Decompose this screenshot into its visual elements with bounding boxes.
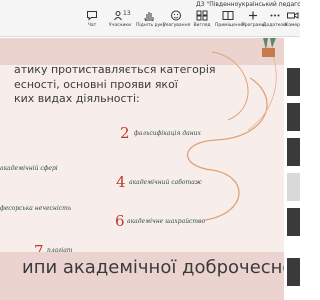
- raise-hand-icon: [144, 12, 154, 21]
- shared-slide: атику протиставляється категорія есності…: [0, 38, 284, 300]
- item-text: фальсифікація даних: [134, 130, 201, 137]
- participant-tile[interactable]: [287, 138, 300, 166]
- item-number: 6: [115, 212, 125, 230]
- item-text: академічній сфері: [0, 165, 58, 172]
- rooms-button[interactable]: Приміщення: [215, 10, 245, 32]
- item-text: академічний саботаж: [129, 179, 202, 186]
- reaction-icon: [171, 10, 181, 21]
- rooms-icon: [222, 11, 234, 20]
- meeting-toolbar: ДЗ "Південноукраїнський педагогічний уні…: [0, 0, 300, 37]
- slide-title-line: атику протиставляється категорія: [14, 63, 216, 76]
- participants-count: 13: [123, 10, 131, 17]
- item-text: фесорська нечесність: [0, 205, 72, 212]
- participants-label: Учасники: [108, 23, 132, 28]
- chat-icon: [87, 11, 97, 21]
- camera-icon: [286, 12, 298, 19]
- apps-icon: [249, 11, 257, 20]
- item-number: 2: [120, 124, 130, 142]
- slide-next-heading: ипи академічної доброчесності: [22, 257, 284, 278]
- more-icon: [270, 14, 280, 17]
- slide-title-line: есності, основні прояви якої: [14, 77, 178, 91]
- participant-tile[interactable]: [287, 68, 300, 96]
- participants-button[interactable]: 13 Учасники: [107, 10, 133, 32]
- participant-tile[interactable]: [287, 173, 300, 201]
- participant-tile[interactable]: [287, 103, 300, 131]
- chat-label: Чат: [87, 23, 97, 28]
- chat-button[interactable]: Чат: [79, 10, 105, 32]
- participant-tile[interactable]: [287, 258, 300, 286]
- item-number: 4: [116, 173, 126, 191]
- slide-title-line: ких видах діяльності:: [14, 92, 140, 105]
- rooms-label: Приміщення: [215, 23, 245, 28]
- item-text: академічне шахрайство: [127, 218, 206, 225]
- view-button[interactable]: Вигляд: [189, 10, 215, 32]
- participant-strip: [285, 38, 300, 300]
- raise-hand-button[interactable]: Підніть руку: [136, 10, 166, 32]
- slide-title: атику протиставляється категорія есності…: [14, 63, 279, 107]
- participant-tile[interactable]: [287, 208, 300, 236]
- camera-button[interactable]: Камера: [285, 10, 300, 32]
- reactions-label: Реагування: [163, 23, 191, 28]
- reactions-button[interactable]: Реагування: [163, 10, 191, 32]
- camera-label: Камера: [285, 23, 300, 28]
- view-icon: [196, 10, 208, 21]
- raise-hand-label: Підніть руку: [136, 23, 166, 28]
- meeting-title: ДЗ "Південноукраїнський педагогічний уні…: [196, 1, 300, 8]
- view-label: Вигляд: [193, 23, 211, 28]
